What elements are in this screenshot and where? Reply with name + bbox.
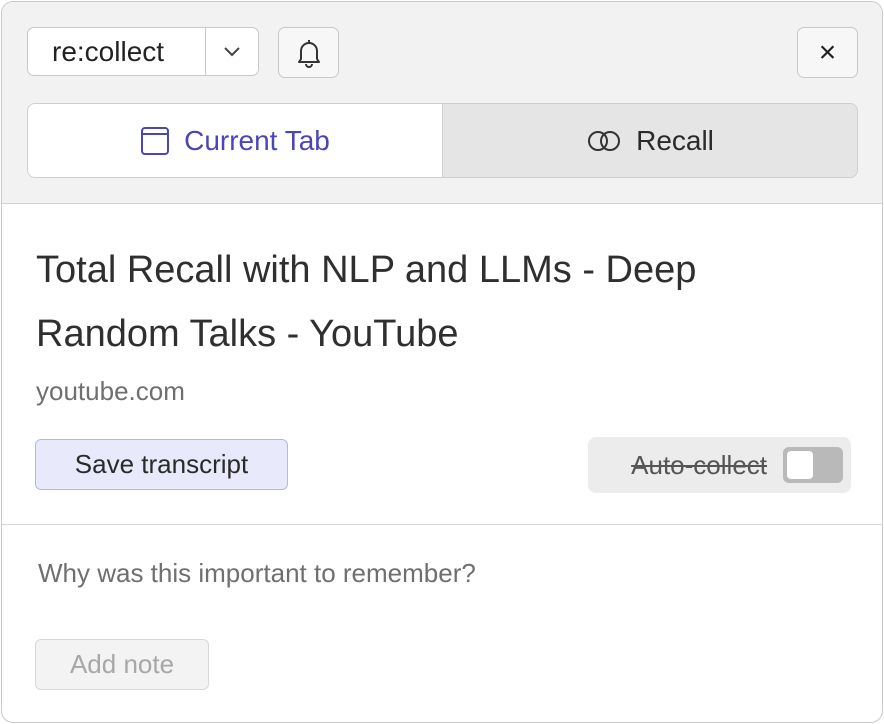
app-switcher[interactable]: re:collect <box>27 27 259 76</box>
chevron-down-icon <box>224 46 240 56</box>
bell-icon <box>297 39 320 68</box>
auto-collect-toggle[interactable] <box>783 447 843 483</box>
notifications-button[interactable] <box>278 27 339 78</box>
note-input[interactable] <box>38 558 838 589</box>
page-domain: youtube.com <box>36 376 185 406</box>
add-note-button[interactable]: Add note <box>35 639 209 690</box>
tab-current-tab-label: Current Tab <box>184 124 330 156</box>
overlap-circles-icon <box>588 130 621 151</box>
auto-collect-control[interactable]: Auto-collect <box>588 437 851 493</box>
app-switcher-dropdown[interactable] <box>205 28 258 75</box>
window-icon <box>141 126 170 155</box>
save-transcript-button[interactable]: Save transcript <box>35 439 288 490</box>
app-name: re:collect <box>52 35 165 67</box>
tab-recall-label: Recall <box>636 124 714 156</box>
page-title: Total Recall with NLP and LLMs - Deep Ra… <box>36 249 697 355</box>
close-icon: × <box>818 35 837 69</box>
section-divider <box>2 524 882 525</box>
header: re:collect × Current Tab Recall <box>2 2 882 204</box>
close-button[interactable]: × <box>797 27 858 78</box>
view-tabs: Current Tab Recall <box>27 103 858 178</box>
tab-recall[interactable]: Recall <box>443 104 857 177</box>
recollect-popup: re:collect × Current Tab Recall Total Re… <box>1 1 883 723</box>
toggle-knob <box>787 451 813 479</box>
tab-current-tab[interactable]: Current Tab <box>28 104 443 177</box>
auto-collect-label: Auto-collect <box>631 449 767 480</box>
